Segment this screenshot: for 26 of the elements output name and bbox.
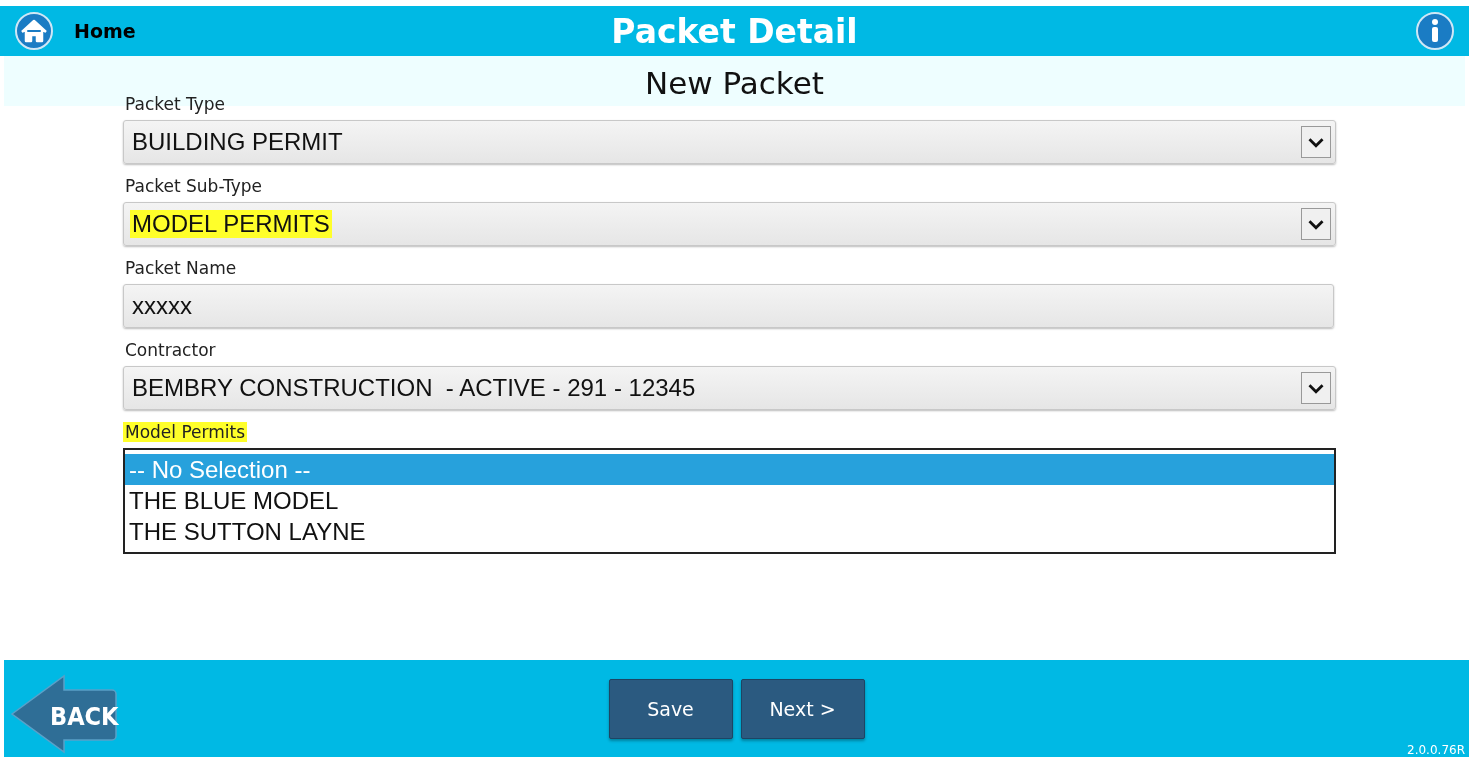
version-label: 2.0.0.76R [1407, 743, 1465, 757]
home-icon [14, 11, 54, 51]
list-box[interactable]: -- No Selection -- THE BLUE MODEL THE SUTTON LAYNE [123, 448, 1336, 554]
chevron-down-icon [1301, 208, 1331, 240]
dropdown-value: MODEL PERMITS [130, 210, 332, 238]
info-icon[interactable] [1415, 11, 1455, 51]
text-field[interactable]: xxxxx [123, 284, 1334, 328]
chevron-down-icon [1301, 126, 1331, 158]
field-label: Packet Type [124, 94, 227, 114]
footer-button[interactable]: Save [608, 678, 733, 739]
dropdown-value: BUILDING PERMIT [131, 128, 344, 156]
footer-button[interactable]: Next > [740, 678, 865, 739]
dropdown-value: BEMBRY CONSTRUCTION - ACTIVE - 291 - 12345 [131, 374, 697, 402]
field-label: Contractor [124, 340, 217, 360]
list-option[interactable]: THE SUTTON LAYNE [125, 516, 1334, 547]
page-title: Packet Detail [611, 11, 858, 51]
field-label: Packet Name [124, 258, 238, 278]
list-option[interactable]: THE BLUE MODEL [125, 485, 1334, 516]
home-button[interactable]: Home [14, 11, 136, 51]
field-label: Packet Sub-Type [124, 176, 263, 196]
dropdown[interactable]: BUILDING PERMIT [123, 120, 1336, 164]
field-label: Model Permits [123, 422, 248, 442]
subtitle: New Packet [645, 65, 824, 101]
dropdown[interactable]: BEMBRY CONSTRUCTION - ACTIVE - 291 - 12345 [123, 366, 1336, 410]
dropdown[interactable]: MODEL PERMITS [123, 202, 1336, 246]
chevron-down-icon [1301, 372, 1331, 404]
